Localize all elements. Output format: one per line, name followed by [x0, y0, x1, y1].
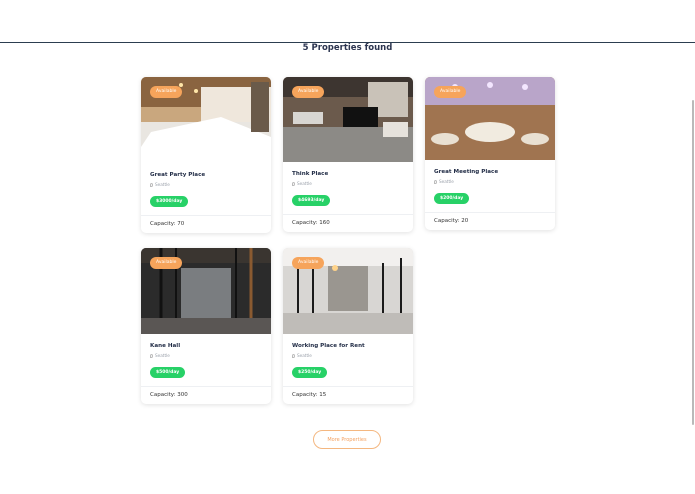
location-label: Seattle	[155, 182, 170, 187]
property-location: Seattle	[292, 353, 404, 358]
availability-badge: Available	[292, 86, 325, 98]
property-card[interactable]: Available Great Meeting Place Seattle $2…	[425, 77, 555, 230]
property-photo[interactable]: Available	[425, 77, 555, 160]
scrollbar[interactable]	[692, 100, 694, 425]
location-pin-icon	[150, 353, 153, 358]
property-photo[interactable]: Available	[283, 77, 413, 162]
location-label: Seattle	[297, 181, 312, 186]
property-card[interactable]: Available Think Place Seattle $4693/day …	[283, 77, 413, 232]
property-name[interactable]: Great Meeting Place	[434, 169, 546, 175]
capacity-text: Capacity: 160	[292, 220, 330, 226]
results-title: 5 Properties found	[302, 43, 393, 53]
location-label: Seattle	[439, 179, 454, 184]
price-badge: $500/day	[150, 367, 186, 378]
property-name[interactable]: Think Place	[292, 171, 404, 177]
price-badge: $250/day	[292, 367, 328, 378]
availability-badge: Available	[150, 257, 183, 269]
price-badge: $4693/day	[292, 195, 331, 206]
property-photo[interactable]: Available	[141, 77, 271, 163]
location-pin-icon	[292, 353, 295, 358]
location-pin-icon	[434, 179, 437, 184]
capacity-text: Capacity: 300	[150, 392, 188, 398]
property-location: Seattle	[150, 182, 262, 187]
location-label: Seattle	[297, 353, 312, 358]
property-photo[interactable]: Available	[141, 248, 271, 334]
property-name[interactable]: Working Place for Rent	[292, 343, 404, 349]
property-location: Seattle	[150, 353, 262, 358]
capacity-text: Capacity: 20	[434, 218, 469, 224]
price-badge: $3000/day	[150, 196, 189, 207]
location-pin-icon	[150, 182, 153, 187]
location-label: Seattle	[155, 353, 170, 358]
property-location: Seattle	[292, 181, 404, 186]
capacity-text: Capacity: 70	[150, 221, 185, 227]
property-photo[interactable]: Available	[283, 248, 413, 334]
property-card[interactable]: Available Great Party Place Seattle $300…	[141, 77, 271, 233]
availability-badge: Available	[434, 86, 467, 98]
availability-badge: Available	[150, 86, 183, 98]
property-card[interactable]: Available Working Place for Rent Seattle…	[283, 248, 413, 404]
property-card[interactable]: Available Kane Hall Seattle $500/day Cap…	[141, 248, 271, 404]
location-pin-icon	[292, 181, 295, 186]
more-properties-button[interactable]: More Properties	[313, 430, 381, 449]
property-location: Seattle	[434, 179, 546, 184]
property-name[interactable]: Kane Hall	[150, 343, 262, 349]
capacity-text: Capacity: 15	[292, 392, 327, 398]
property-name[interactable]: Great Party Place	[150, 172, 262, 178]
availability-badge: Available	[292, 257, 325, 269]
price-badge: $200/day	[434, 193, 470, 204]
